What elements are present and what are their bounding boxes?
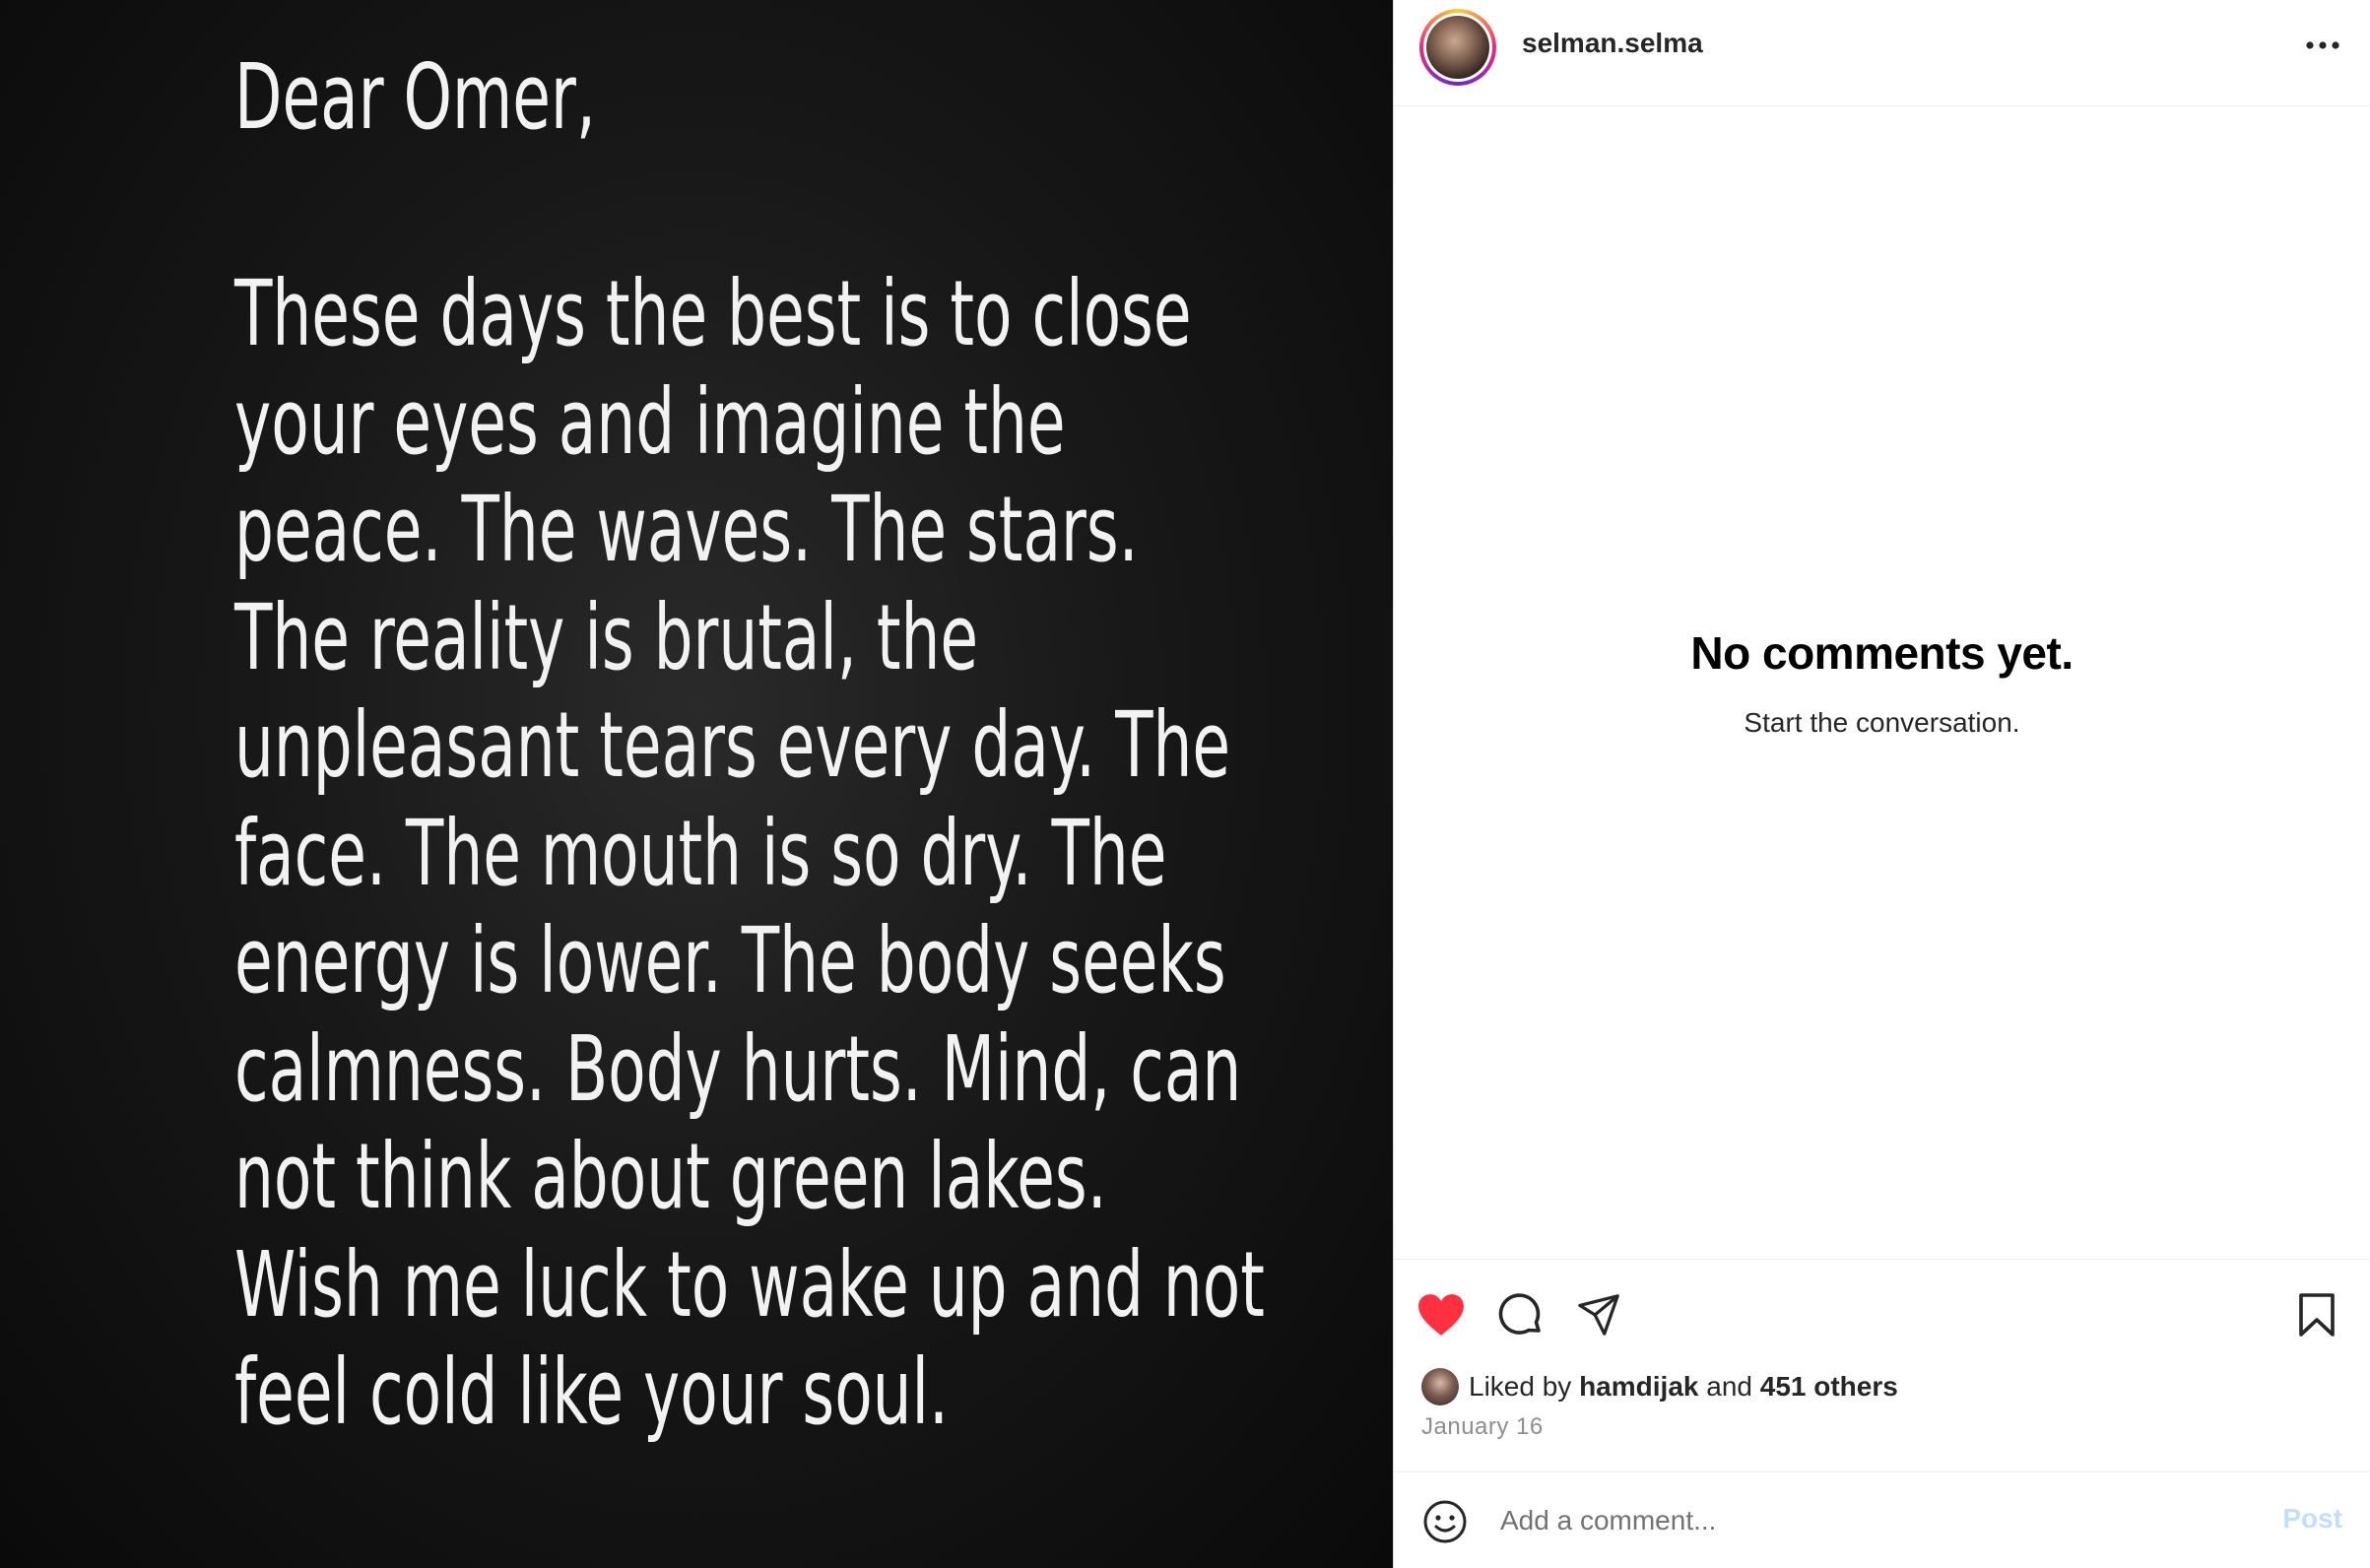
liker-username[interactable]: hamdijak xyxy=(1579,1371,1698,1403)
letter-line: Wish me luck to wake up and not xyxy=(234,1231,1265,1338)
comment-bar: Post xyxy=(1394,1471,2370,1568)
post-side-panel: selman.selma No comments yet. Start the … xyxy=(1393,0,2370,1568)
smiley-icon xyxy=(1423,1500,1467,1543)
letter-line: face. The mouth is so dry. The xyxy=(234,800,1167,906)
post-letter-text: Dear Omer, These days the best is to clo… xyxy=(234,43,1265,1447)
letter-line: The reality is brutal, the xyxy=(234,584,979,690)
bookmark-icon xyxy=(2299,1293,2335,1337)
letter-line: unpleasant tears every day. The xyxy=(234,692,1231,798)
post-image: Dear Omer, These days the best is to clo… xyxy=(0,0,1393,1568)
emoji-button[interactable] xyxy=(1419,1496,1471,1547)
letter-line: your eyes and imagine the xyxy=(234,368,1066,475)
likes-others-link[interactable]: 451 others xyxy=(1760,1371,1898,1403)
paper-plane-icon xyxy=(1578,1294,1619,1336)
letter-line: feel cold like your soul. xyxy=(234,1339,950,1445)
liked-by-row: Liked by hamdijak and 451 others xyxy=(1421,1368,1898,1405)
post-date[interactable]: January 16 xyxy=(1421,1413,1544,1441)
post-actions: Liked by hamdijak and 451 others January… xyxy=(1394,1259,2370,1471)
letter-line: not think about green lakes. xyxy=(234,1124,1107,1229)
more-options-button[interactable] xyxy=(2301,24,2344,67)
post-modal: Dear Omer, These days the best is to clo… xyxy=(0,0,2370,1568)
like-button[interactable] xyxy=(1414,1287,1469,1342)
letter-greeting: Dear Omer, xyxy=(234,44,596,150)
empty-comments-subtitle: Start the conversation. xyxy=(1744,707,2020,738)
username-link[interactable]: selman.selma xyxy=(1522,28,1703,59)
liker-avatar[interactable] xyxy=(1421,1368,1459,1405)
save-button[interactable] xyxy=(2289,1287,2344,1342)
letter-line: energy is lower. The body seeks xyxy=(234,908,1226,1013)
comment-input[interactable] xyxy=(1498,1494,2192,1547)
post-comment-button[interactable]: Post xyxy=(2276,1502,2348,1535)
profile-avatar[interactable] xyxy=(1419,9,1496,86)
more-horizontal-icon xyxy=(2306,41,2339,49)
liked-by-joiner: and xyxy=(1706,1371,1752,1402)
letter-line: peace. The waves. The stars. xyxy=(234,477,1139,582)
letter-line: calmness. Body hurts. Mind, can xyxy=(234,1015,1242,1122)
heart-filled-icon xyxy=(1418,1294,1464,1336)
share-button[interactable] xyxy=(1571,1287,1626,1342)
letter-line: These days the best is to close xyxy=(234,261,1192,366)
comment-button[interactable] xyxy=(1492,1287,1547,1342)
avatar-photo xyxy=(1426,16,1489,79)
comments-empty-state: No comments yet. Start the conversation. xyxy=(1394,626,2370,739)
empty-comments-title: No comments yet. xyxy=(1690,627,2074,679)
liked-by-prefix: Liked by xyxy=(1469,1371,1572,1402)
comment-bubble-icon xyxy=(1498,1293,1541,1335)
avatar-inner xyxy=(1423,13,1492,82)
post-header: selman.selma xyxy=(1394,0,2370,106)
